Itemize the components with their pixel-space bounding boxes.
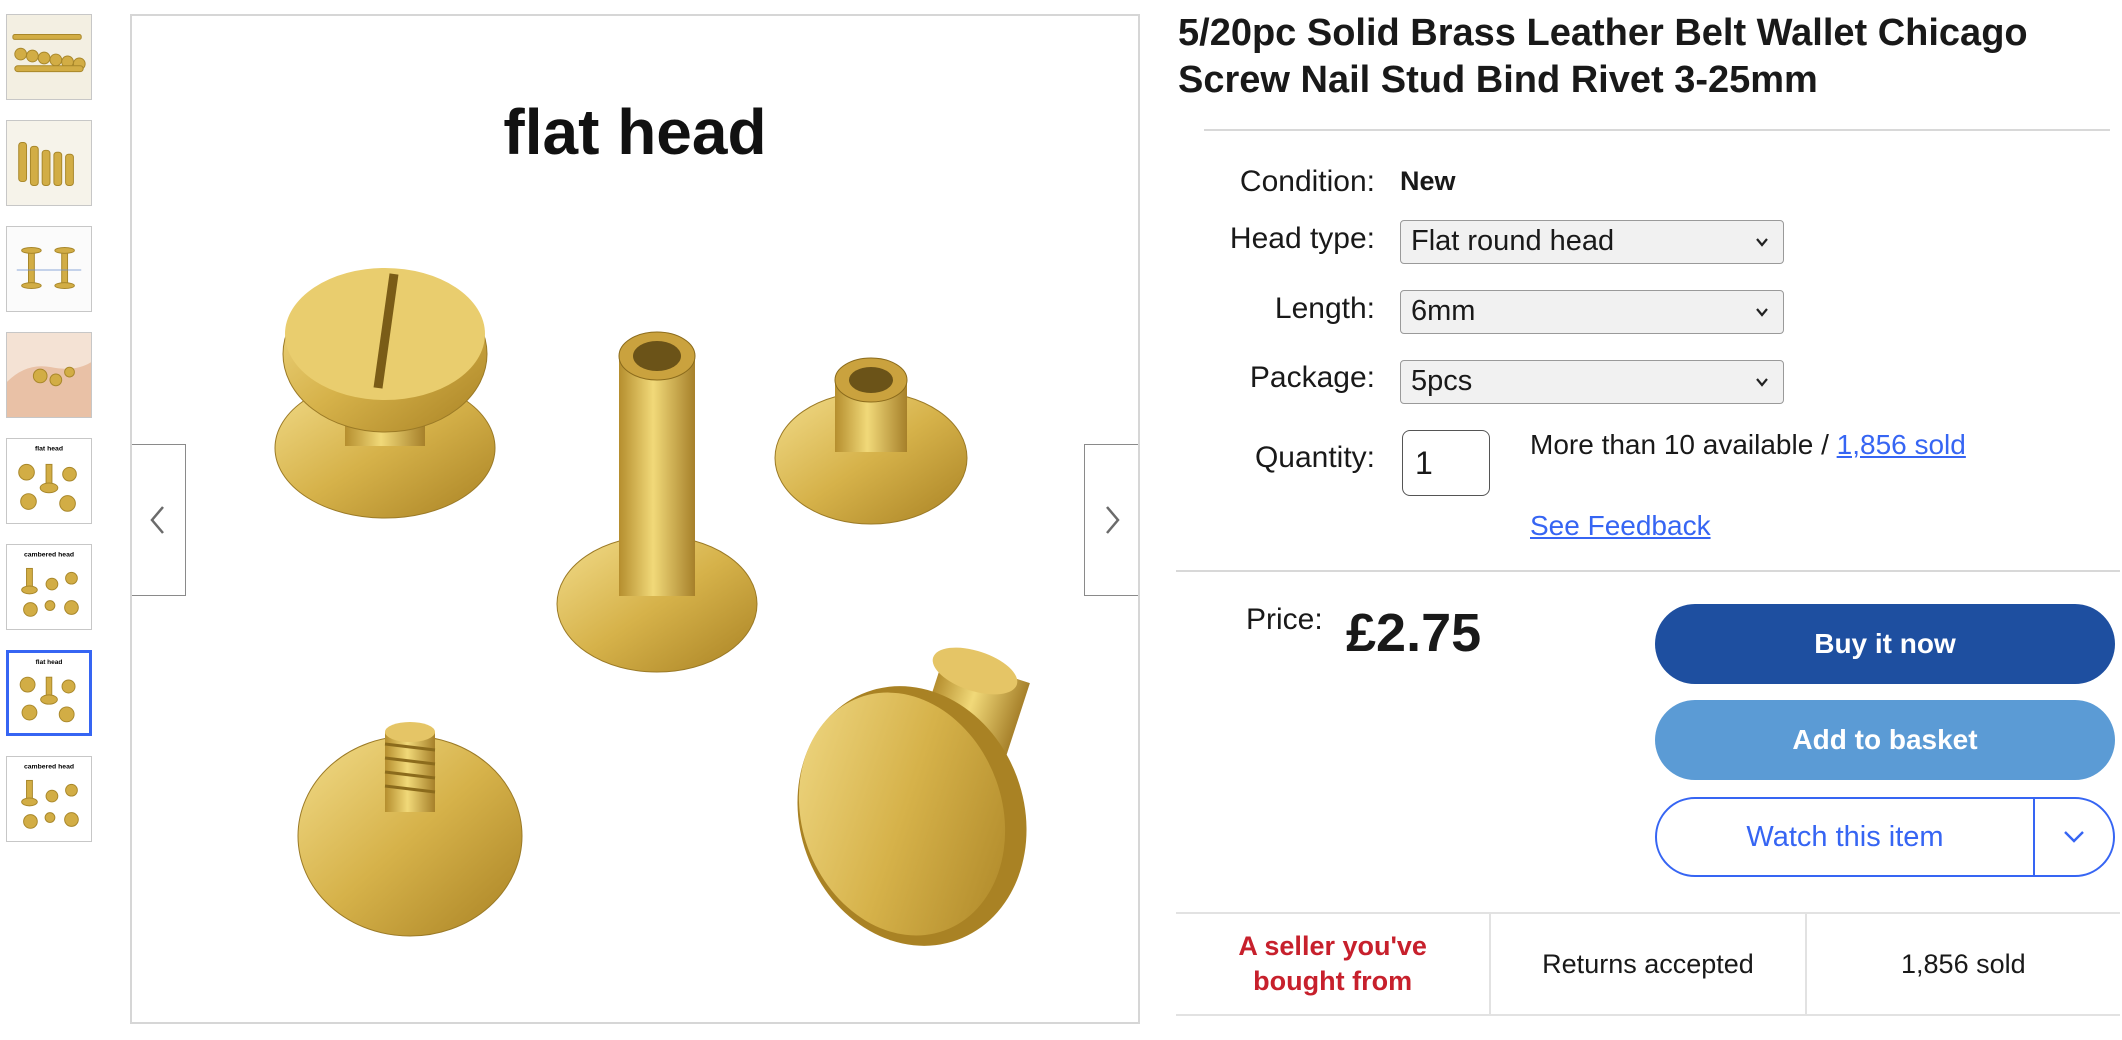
quantity-label: Quantity:	[1254, 441, 1375, 474]
availability-text: More than 10 available /	[1530, 429, 1837, 460]
thumbnail-image: cambered head	[7, 757, 91, 841]
length-select[interactable]: 6mm	[1400, 290, 1784, 334]
brass-screw-threaded	[297, 722, 523, 937]
returns-badge: Returns accepted	[1491, 914, 1807, 1014]
price-value: £2.75	[1346, 603, 1482, 663]
thumbnail-image: flat head	[7, 439, 91, 523]
thumbnail-image	[7, 15, 91, 99]
thumbnail-5[interactable]: flat head	[6, 438, 92, 524]
chevron-left-icon	[150, 506, 164, 534]
brass-flat-head-tilted	[797, 647, 1030, 946]
watch-options-button[interactable]	[2035, 799, 2113, 875]
package-select[interactable]: 5pcs	[1400, 360, 1784, 404]
main-product-image[interactable]: flat head	[130, 14, 1140, 1024]
buy-it-now-button[interactable]: Buy it now	[1655, 604, 2115, 684]
brass-screw-slotted-head	[274, 268, 496, 519]
chevron-down-icon	[1756, 378, 1768, 387]
length-label: Length:	[1274, 292, 1375, 325]
quantity-input[interactable]	[1402, 430, 1490, 496]
sold-badge: 1,856 sold	[1901, 948, 2026, 979]
price-label: Price:	[1246, 603, 1323, 636]
image-caption: flat head	[503, 96, 766, 168]
sold-count-link[interactable]: 1,856 sold	[1837, 429, 1966, 460]
listing-title: 5/20pc Solid Brass Leather Belt Wallet C…	[1178, 12, 2028, 101]
watch-button-group: Watch this item	[1655, 797, 2115, 877]
thumbnail-caption: cambered head	[24, 552, 74, 559]
see-feedback-link[interactable]: See Feedback	[1530, 510, 1711, 542]
thumbnail-2[interactable]	[6, 120, 92, 206]
package-value: 5pcs	[1411, 365, 1473, 397]
thumbnail-image: cambered head	[7, 545, 91, 629]
thumbnail-8[interactable]: cambered head	[6, 756, 92, 842]
watch-item-button[interactable]: Watch this item	[1657, 799, 2035, 875]
head-type-label: Head type:	[1229, 222, 1375, 255]
thumbnail-caption: flat head	[35, 446, 63, 453]
product-photo: flat head	[274, 96, 1030, 946]
chevron-down-icon	[1756, 238, 1768, 247]
thumbnail-caption: cambered head	[24, 764, 74, 771]
thumbnail-6[interactable]: cambered head	[6, 544, 92, 630]
chevron-down-icon	[2064, 831, 2084, 843]
chevron-right-icon	[1106, 506, 1120, 534]
thumbnail-image: flat head	[9, 653, 89, 733]
thumbnail-caption: flat head	[36, 659, 63, 666]
brass-post-tall	[556, 331, 758, 673]
thumbnail-image	[7, 333, 91, 417]
availability: More than 10 available / 1,856 sold	[1530, 429, 1966, 461]
brass-post-short	[774, 357, 968, 525]
chevron-down-icon	[1756, 308, 1768, 317]
thumbnail-1[interactable]	[6, 14, 92, 100]
condition-value: New	[1400, 166, 1456, 196]
head-type-value: Flat round head	[1411, 225, 1615, 257]
listing-badges: A seller you've bought from Returns acce…	[1176, 912, 2120, 1016]
previous-image-button[interactable]	[132, 444, 186, 596]
thumbnail-4[interactable]	[6, 332, 92, 418]
quantity-divider	[1176, 570, 2120, 572]
condition-label: Condition:	[1239, 165, 1375, 198]
length-value: 6mm	[1411, 295, 1476, 327]
thumbnail-image	[7, 227, 91, 311]
thumbnail-image	[7, 121, 91, 205]
thumbnail-3[interactable]	[6, 226, 92, 312]
add-to-basket-button[interactable]: Add to basket	[1655, 700, 2115, 780]
title-divider	[1204, 129, 2110, 131]
thumbnail-7-selected[interactable]: flat head	[6, 650, 92, 736]
package-label: Package:	[1249, 361, 1375, 394]
head-type-select[interactable]: Flat round head	[1400, 220, 1784, 264]
seller-badge: A seller you've bought from	[1176, 914, 1492, 1014]
